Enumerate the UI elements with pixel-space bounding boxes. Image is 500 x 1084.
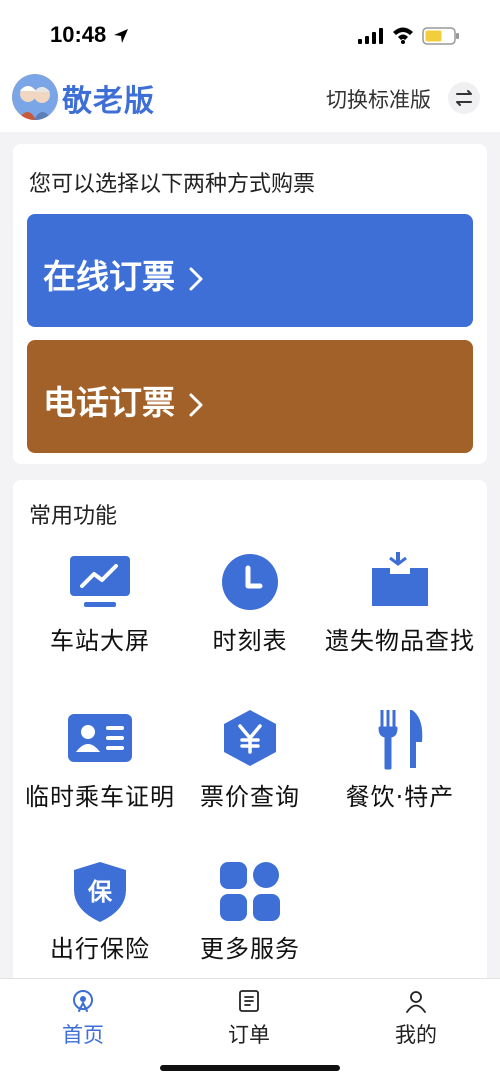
phone-booking-button[interactable]: 电话订票 xyxy=(27,340,473,453)
svg-text:保: 保 xyxy=(87,878,113,906)
location-arrow-icon xyxy=(114,29,128,43)
fork-knife-icon xyxy=(378,710,423,770)
clock-icon xyxy=(222,554,278,610)
function-label: 餐饮·特产 xyxy=(345,783,455,811)
function-label: 临时乘车证明 xyxy=(25,783,175,811)
grid-more-icon xyxy=(220,862,280,921)
function-travel-insurance[interactable]: 保 出行保险 xyxy=(25,860,175,970)
wifi-icon xyxy=(393,27,413,44)
function-label: 遗失物品查找 xyxy=(325,627,475,655)
status-bar: 10:48 xyxy=(0,0,500,70)
status-time: 10:48 xyxy=(50,22,107,47)
function-label: 时刻表 xyxy=(212,627,288,655)
function-fare-query[interactable]: 票价查询 xyxy=(175,708,325,848)
function-timetable[interactable]: 时刻表 xyxy=(175,552,325,692)
tab-label: 我的 xyxy=(395,1023,437,1047)
yen-price-icon xyxy=(224,710,276,766)
id-card-icon xyxy=(68,714,132,762)
function-station-screen[interactable]: 车站大屏 xyxy=(25,552,175,692)
online-booking-label: 在线订票 xyxy=(43,257,175,296)
order-list-icon xyxy=(239,990,259,1012)
function-lost-found[interactable]: 遗失物品查找 xyxy=(325,552,475,692)
monitor-chart-icon xyxy=(70,556,130,607)
function-label: 更多服务 xyxy=(200,935,300,963)
header: 敬老版 切换标准版 xyxy=(0,70,500,132)
train-home-icon xyxy=(73,990,93,1012)
function-more-services[interactable]: 更多服务 xyxy=(175,860,325,970)
functions-title: 常用功能 xyxy=(29,504,118,529)
signal-icon xyxy=(358,28,383,44)
function-temporary-pass[interactable]: 临时乘车证明 xyxy=(25,708,175,848)
chevron-right-icon xyxy=(189,393,202,416)
elderly-avatar-logo xyxy=(12,74,58,120)
swap-icon[interactable] xyxy=(448,82,480,114)
tab-home[interactable]: 首页 xyxy=(33,985,133,1047)
lost-box-icon xyxy=(372,552,428,606)
tab-orders[interactable]: 订单 xyxy=(199,985,299,1047)
function-label: 车站大屏 xyxy=(50,627,150,655)
function-food-specialty[interactable]: 餐饮·特产 xyxy=(325,708,475,848)
function-label: 出行保险 xyxy=(50,935,150,963)
user-icon xyxy=(406,991,426,1013)
common-functions-card: 常用功能 车站大屏 时刻表 遗失物品查找 临时乘车证明 票价查询 餐饮·特产 保… xyxy=(13,480,487,990)
brand-title: 敬老版 xyxy=(62,84,155,119)
tab-profile[interactable]: 我的 xyxy=(366,985,466,1047)
ticket-card: 您可以选择以下两种方式购票 在线订票 电话订票 xyxy=(13,144,487,464)
ticket-card-title: 您可以选择以下两种方式购票 xyxy=(29,172,316,197)
insurance-shield-icon: 保 xyxy=(74,862,126,922)
function-label: 票价查询 xyxy=(200,783,300,811)
online-booking-button[interactable]: 在线订票 xyxy=(27,214,473,327)
chevron-right-icon xyxy=(189,267,202,290)
switch-standard-link[interactable]: 切换标准版 xyxy=(326,84,431,114)
phone-booking-label: 电话订票 xyxy=(43,383,175,422)
tab-label: 订单 xyxy=(228,1023,270,1047)
home-indicator xyxy=(160,1065,340,1071)
battery-icon xyxy=(422,27,459,45)
tab-label: 首页 xyxy=(62,1023,104,1047)
